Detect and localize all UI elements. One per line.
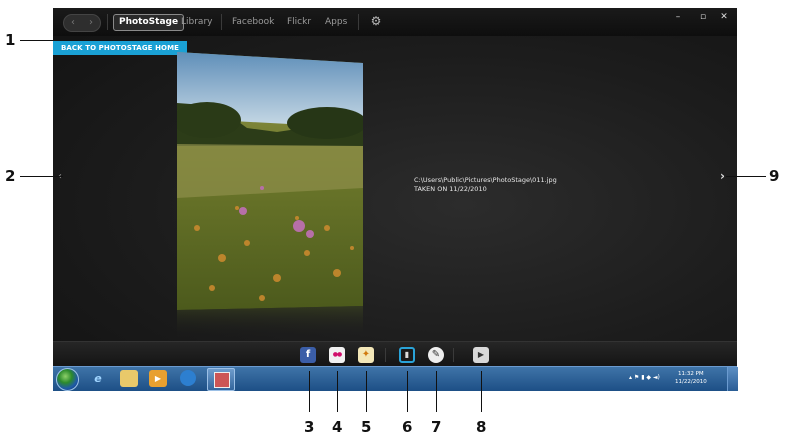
explorer-folder-icon[interactable]: [120, 370, 138, 387]
show-desktop-button[interactable]: [727, 367, 738, 391]
minimize-button[interactable]: –: [669, 10, 687, 24]
tab-library[interactable]: Library: [181, 17, 212, 28]
internet-explorer-icon[interactable]: e: [89, 370, 107, 387]
tab-facebook[interactable]: Facebook: [232, 17, 274, 28]
system-tray[interactable]: ▴ ⚑ ▮ ◆ ◄): [629, 374, 660, 381]
tab-flickr[interactable]: Flickr: [287, 17, 311, 28]
photo-info: C:\Users\Public\Pictures\PhotoStage\011.…: [414, 176, 557, 194]
callout-line: [337, 371, 338, 412]
divider: [107, 14, 108, 30]
callout-7: 7: [431, 418, 442, 436]
callout-9: 9: [769, 167, 780, 185]
start-button[interactable]: [56, 368, 79, 391]
callout-5: 5: [361, 418, 372, 436]
photostage-taskbar-button[interactable]: [207, 368, 235, 391]
windows-taskbar: e ▶ ▴ ⚑ ▮ ◆ ◄) 11:32 PM 11/22/2010: [53, 366, 738, 391]
callout-2: 2: [5, 167, 16, 185]
photostage-icon: [214, 372, 230, 388]
photo-path: C:\Users\Public\Pictures\PhotoStage\011.…: [414, 176, 557, 184]
callout-line: [407, 371, 408, 412]
gear-icon[interactable]: ⚙: [369, 14, 383, 28]
callout-4: 4: [332, 418, 343, 436]
slideshow-play-button[interactable]: ▶: [473, 347, 489, 363]
divider: [221, 14, 222, 30]
dell-app-icon[interactable]: [180, 370, 196, 386]
callout-1: 1: [5, 31, 16, 49]
maximize-button[interactable]: ▫: [694, 10, 712, 24]
taskbar-clock[interactable]: 11:32 PM 11/22/2010: [675, 370, 707, 386]
divider: [358, 14, 359, 30]
callout-line: [481, 371, 482, 412]
history-nav: ‹ ›: [63, 14, 101, 32]
tab-apps[interactable]: Apps: [325, 17, 347, 28]
callout-line: [726, 176, 766, 177]
back-to-home-button[interactable]: BACK TO PHOTOSTAGE HOME: [53, 41, 187, 55]
facebook-share-button[interactable]: f: [300, 347, 316, 363]
close-button[interactable]: ✕: [715, 10, 733, 24]
callout-line: [309, 371, 310, 412]
clock-date: 11/22/2010: [675, 379, 707, 385]
callout-line: [366, 371, 367, 412]
edit-icon[interactable]: ✎: [428, 347, 444, 363]
forward-arrow-icon[interactable]: ›: [89, 15, 93, 31]
info-icon[interactable]: ▮: [399, 347, 415, 363]
tab-photostage[interactable]: PhotoStage: [113, 14, 185, 31]
meadow-photo: [177, 52, 363, 338]
next-photo-icon[interactable]: ›: [720, 169, 725, 183]
media-player-icon[interactable]: ▶: [149, 370, 167, 387]
flickr-share-button[interactable]: ●●: [329, 347, 345, 363]
photo-viewer[interactable]: [177, 48, 363, 338]
back-arrow-icon[interactable]: ‹: [71, 15, 75, 31]
top-nav-bar: ‹ › PhotoStage Library Facebook Flickr A…: [53, 8, 737, 36]
callout-3: 3: [304, 418, 315, 436]
callout-line: [20, 40, 53, 41]
divider: [385, 348, 386, 362]
callout-line: [436, 371, 437, 412]
divider: [453, 348, 454, 362]
bottom-toolbar: f ●● ✦ ▮ ✎ ▶: [53, 341, 737, 367]
callout-8: 8: [476, 418, 487, 436]
clock-time: 11:32 PM: [678, 371, 704, 377]
app-share-button[interactable]: ✦: [358, 347, 374, 363]
callout-6: 6: [402, 418, 413, 436]
photo-date: TAKEN ON 11/22/2010: [414, 185, 487, 193]
photostage-window: ‹ › PhotoStage Library Facebook Flickr A…: [53, 8, 737, 367]
callout-line: [20, 176, 63, 177]
